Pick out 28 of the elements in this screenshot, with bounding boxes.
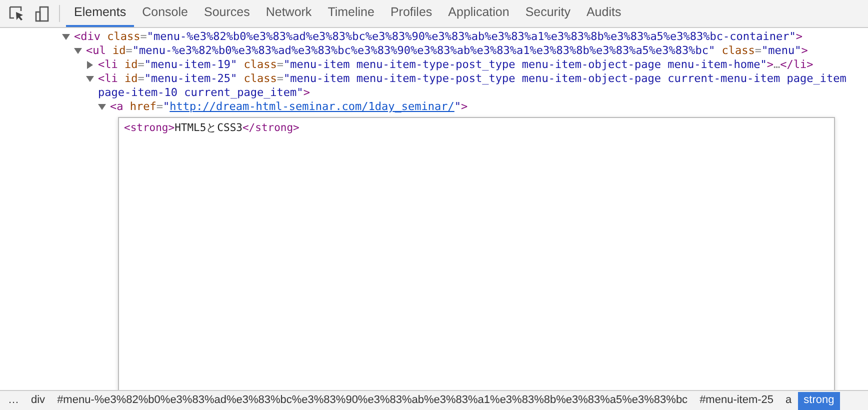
panel-tab[interactable]: Profiles <box>382 0 440 27</box>
expanded-triangle-icon[interactable] <box>86 75 94 83</box>
breadcrumb-item[interactable]: div <box>25 392 52 410</box>
collapsed-triangle-icon[interactable] <box>86 61 94 69</box>
dom-node-line[interactable]: <li id="menu-item-19" class="menu-item menu-item-type-post_type menu-item-object-page menu-item-home">…</li> <box>98 58 814 72</box>
breadcrumb-item[interactable]: … <box>2 392 25 410</box>
breadcrumb-item[interactable]: strong <box>798 392 840 410</box>
expanded-triangle-icon[interactable] <box>98 103 106 111</box>
panel-tab[interactable]: Sources <box>196 0 258 27</box>
breadcrumb-item[interactable]: a <box>780 392 798 410</box>
dom-node-line[interactable]: <li id="menu-item-25" class="menu-item menu-item-type-post_type menu-item-object-page current-menu-item page_item page-item-10 current_page_item"> <box>98 72 860 100</box>
panel-tab[interactable]: Network <box>258 0 320 27</box>
panel-tab[interactable]: Elements <box>66 0 134 27</box>
panel-tab[interactable]: Audits <box>578 0 630 27</box>
dom-node-line[interactable]: <div class="menu-%e3%82%b0%e3%83%ad%e3%83%bc%e3%83%90%e3%83%ab%e3%83%a1%e3%83%8b%e3%83%a5%e3%83%bc-container"> <box>74 30 803 44</box>
panel-tab[interactable]: Console <box>134 0 196 27</box>
expanded-triangle-icon[interactable] <box>62 33 70 41</box>
edit-html-field[interactable]: <strong>HTML5とCSS3</strong> <box>118 117 835 390</box>
panel-tab[interactable]: Timeline <box>320 0 382 27</box>
expanded-triangle-icon[interactable] <box>74 47 82 55</box>
device-mode-icon[interactable] <box>35 6 49 22</box>
inspect-cursor-icon[interactable] <box>9 6 24 21</box>
breadcrumb-item[interactable]: #menu-%e3%82%b0%e3%83%ad%e3%83%bc%e3%83%90%e3%83%ab%e3%83%a1%e3%83%8b%e3%83%a5%e3%83%bc <box>51 392 694 410</box>
dom-node-line[interactable]: <a href="http://dream-html-seminar.com/1day_seminar/"> <box>110 100 468 114</box>
panel-tab[interactable]: Application <box>440 0 518 27</box>
panel-tab[interactable]: Security <box>517 0 578 27</box>
dom-node-line[interactable]: <ul id="menu-%e3%82%b0%e3%83%ad%e3%83%bc%e3%83%90%e3%83%ab%e3%83%a1%e3%83%8b%e3%83%a5%e3%83%bc" class="menu"> <box>86 44 808 58</box>
breadcrumb-item[interactable]: #menu-item-25 <box>694 392 780 410</box>
